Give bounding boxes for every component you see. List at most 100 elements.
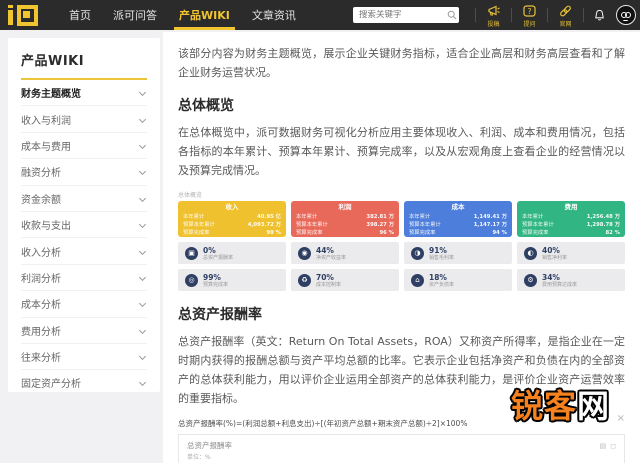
kpi-tile: ▣ 0% 总资产报酬率 (178, 242, 286, 265)
card-row-value: 1,147.17 万 (473, 221, 507, 228)
svg-text:?: ? (527, 7, 531, 16)
sidebar-item-label: 成本与费用 (21, 141, 71, 153)
sidebar-item-profit-analysis[interactable]: 利润分析 (21, 265, 147, 292)
card-row-value: 398.27 万 (366, 221, 394, 228)
user-avatar[interactable] (616, 5, 636, 25)
summary-cards: 收入 本年累计 40.95 亿 预算本年累计 4,093.72 万 预算完成率 99 … (178, 201, 625, 238)
chevron-down-icon (138, 221, 147, 229)
kpi-pie-icon: ◑ (411, 246, 424, 260)
chart-unit-label: 单位：% (187, 454, 211, 462)
intro-paragraph: 该部分内容为财务主题概览，展示企业关键财务指标，适合企业高层和财务高层查看和了解… (178, 47, 625, 79)
sidebar-item-finance-overview[interactable]: 财务主题概览 (21, 80, 147, 107)
search-icon[interactable] (445, 8, 459, 22)
chevron-down-icon (138, 115, 147, 123)
card-title: 费用 (564, 203, 578, 212)
card-title: 收入 (225, 203, 239, 212)
search-input[interactable] (353, 10, 445, 20)
kpi-label: 资产负债率 (429, 281, 455, 288)
sidebar-item-income-profit[interactable]: 收入与利润 (21, 106, 147, 133)
question-icon: ? (523, 2, 536, 21)
kpi-value: 18% (429, 272, 447, 282)
submit-post-label: 投稿 (487, 21, 500, 28)
close-icon[interactable]: × (617, 414, 625, 424)
kpi-value: 99% (203, 272, 221, 282)
card-row-label: 本年累计 (409, 213, 431, 220)
card-row-value: 40.95 亿 (257, 213, 281, 220)
section-heading-roa: 总资产报酬率 (178, 307, 262, 324)
ask-question-button[interactable]: ? 提问 (516, 2, 543, 28)
notifications-bell-icon[interactable] (593, 9, 606, 22)
card-expense: 费用 本年累计 1,256.48 万 预算本年累计 1,298.78 万 预算完成率… (517, 201, 625, 238)
kpi-tile: ◑ 91% 销售毛利率 (404, 242, 512, 265)
sidebar-item-transactions-analysis[interactable]: 往来分析 (21, 344, 147, 371)
sidebar-title: 产品WIKI (21, 54, 85, 69)
card-row-label: 本年累计 (183, 213, 205, 220)
roa-chart-panel: 总资产报酬率 ▤ ◻ 单位：% 0204060802017-012017-022… (178, 434, 625, 463)
roa-paragraph: 总资产报酬率（英文：Return On Total Assets，ROA）又称资… (178, 335, 625, 405)
card-row-label: 预算本年累计 (409, 221, 441, 228)
roa-chart-section: × 总资产报酬率(%)=(利润总额+利息支出)÷[(年初资产总额+期末资产总额)… (178, 414, 625, 463)
logo-shape (8, 10, 13, 25)
megaphone-icon (487, 2, 501, 21)
chevron-down-icon (138, 194, 147, 202)
kpi-label: 总资产报酬率 (203, 254, 234, 261)
sidebar-item-label: 往来分析 (21, 353, 61, 365)
main-content: 该部分内容为财务主题概览，展示企业关键财务指标，适合企业高层和财务高层查看和了解… (163, 32, 640, 463)
card-title: 成本 (451, 203, 465, 212)
sidebar-item-label: 收款与支出 (21, 221, 71, 233)
sidebar: 产品WIKI 财务主题概览 收入与利润 成本与费用 融资分析 资金余额 收款与支… (8, 38, 160, 397)
card-row-value: 94 % (492, 229, 507, 236)
kpi-donut-icon: ◉ (298, 246, 311, 260)
card-row-value: 96 % (379, 229, 394, 236)
page: 首页 派可问答 产品WIKI 文章资讯 投稿 ? (0, 0, 640, 463)
chevron-down-icon (138, 273, 147, 281)
menu-item-articles[interactable]: 文章资讯 (241, 0, 307, 30)
sidebar-item-cost-analysis[interactable]: 成本分析 (21, 291, 147, 318)
sidebar-item-expense-analysis[interactable]: 费用分析 (21, 318, 147, 344)
card-row-label: 预算本年累计 (183, 221, 215, 228)
sidebar-item-label: 融资分析 (21, 168, 61, 180)
sidebar-item-fixed-assets-analysis[interactable]: 固定资产分析 (21, 370, 147, 397)
card-profit: 利润 本年累计 382.81 万 预算本年累计 398.27 万 预算完成率 96 % (291, 201, 399, 238)
kpi-gear-icon: ⚙ (524, 273, 537, 287)
official-site-button[interactable]: 官网 (552, 2, 579, 28)
sidebar-item-fund-balance[interactable]: 资金余额 (21, 186, 147, 212)
section-heading-overview: 总体概览 (178, 98, 234, 115)
kpi-grid: ▣ 0% 总资产报酬率 ◉ 44% 净资产收益率 ◑ 91% 销售毛利率 ◐ 40% 销售净利率… (178, 242, 625, 292)
menu-item-qa[interactable]: 派可问答 (102, 0, 168, 30)
sidebar-item-financing[interactable]: 融资分析 (21, 159, 147, 186)
kpi-box-icon: ▣ (185, 246, 198, 260)
kpi-value: 91% (429, 245, 447, 255)
sidebar-item-cost-expense[interactable]: 成本与费用 (21, 133, 147, 160)
card-row-value: 1,298.78 万 (586, 221, 620, 228)
menu-item-product-wiki[interactable]: 产品WIKI (168, 0, 241, 30)
sidebar-item-label: 收入分析 (21, 247, 61, 259)
submit-post-button[interactable]: 投稿 (480, 2, 507, 28)
kpi-pie-icon: ◐ (524, 246, 537, 260)
menu-item-home[interactable]: 首页 (58, 0, 102, 30)
card-row-label: 预算完成率 (409, 229, 436, 236)
link-icon (559, 2, 572, 21)
chart-menu-icon[interactable]: ▤ (600, 442, 607, 450)
kpi-home-icon: ⌂ (411, 273, 424, 287)
sidebar-item-receipt-payment[interactable]: 收款与支出 (21, 212, 147, 239)
search-box (353, 7, 459, 23)
kpi-tile: ◐ 40% 销售净利率 (517, 242, 625, 265)
ask-question-label: 提问 (523, 21, 536, 28)
sidebar-item-label: 利润分析 (21, 273, 61, 285)
brand-logo[interactable] (8, 4, 42, 26)
sidebar-item-label: 资金余额 (21, 194, 61, 206)
chart-fullscreen-icon[interactable]: ◻ (610, 442, 616, 450)
roa-formula: 总资产报酬率(%)=(利润总额+利息支出)÷[(年初资产总额+期末资产总额)÷2… (178, 419, 468, 429)
sidebar-item-income-analysis[interactable]: 收入分析 (21, 238, 147, 265)
kpi-label: 净资产收益率 (316, 254, 347, 261)
chevron-down-icon (138, 168, 147, 176)
kpi-value: 0% (203, 245, 216, 255)
card-row-value: 99 % (266, 229, 281, 236)
chevron-down-icon (138, 379, 147, 387)
overview-paragraph: 在总体概览中，派可数据财务可视化分析应用主要体现收入、利润、成本和费用情况，包括… (178, 126, 625, 177)
dashboard-screenshot: 总体概览 收入 本年累计 40.95 亿 预算本年累计 4,093.72 万 预算完… (178, 190, 625, 292)
kpi-recycle-icon: ♻ (298, 273, 311, 287)
card-cost: 成本 本年累计 1,149.41 万 预算本年累计 1,147.17 万 预算完成率… (404, 201, 512, 238)
card-row-label: 预算完成率 (296, 229, 323, 236)
